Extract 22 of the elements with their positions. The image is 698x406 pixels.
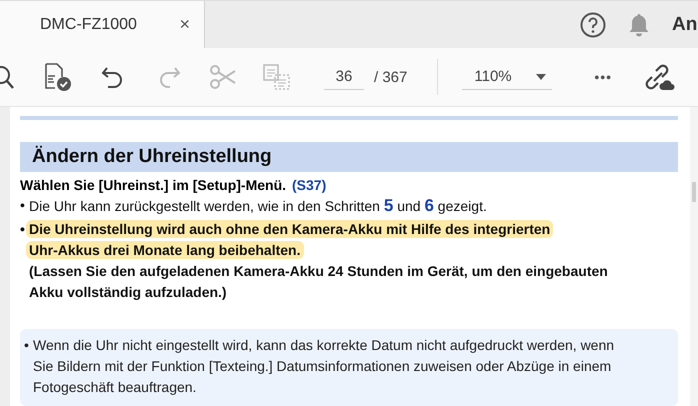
caret-icon xyxy=(536,74,546,80)
zoom-dropdown[interactable]: 110% xyxy=(462,64,552,90)
bullet-mark: • xyxy=(24,336,30,355)
page-number-field[interactable]: 36 xyxy=(324,64,364,90)
page-total: / 367 xyxy=(374,68,408,86)
scrollbar-thumb[interactable] xyxy=(692,182,696,202)
tab-title: DMC-FZ1000 xyxy=(40,16,137,34)
user-name[interactable]: An xyxy=(672,14,698,36)
more-button[interactable]: ••• xyxy=(588,68,618,86)
page-reference-link[interactable]: (S37) xyxy=(292,177,326,193)
info-text: Wenn die Uhr nicht eingestellt wird, kann das korrekte Datum nicht aufgedruckt werden, wenn Sie Bildern mit der Funktion [Texteing.] Datumsinformationen zuweisen oder Abzüge in einem Fotogeschäft beauftragen. xyxy=(33,336,614,397)
bullet-text: Die Uhr kann zurückgestellt werden, wie in den Schritten 5 und 6 gezeigt. xyxy=(29,195,487,217)
search-icon[interactable] xyxy=(0,64,14,90)
document-tab[interactable]: DMC-FZ1000 × xyxy=(0,1,205,48)
section-heading: Ändern der Uhreinstellung xyxy=(20,142,678,172)
highlighted-text: Die Uhreinstellung wird auch ohne den Kamera-Akku mit Hilfe des integrierten Uhr-Akkus drei Monate lang beibehalten. xyxy=(29,219,554,261)
close-button[interactable]: × xyxy=(175,14,194,35)
bullet-mark: • xyxy=(20,220,26,239)
note-text: (Lassen Sie den aufgeladenen Kamera-Akku 24 Stunden im Gerät, um den eingebauten Akku vollständig aufzuladen.) xyxy=(29,262,609,302)
step-instruction: Wählen Sie [Uhreinst.] im [Setup]-Menü. xyxy=(20,177,286,193)
help-icon[interactable] xyxy=(580,12,606,38)
bullet-mark: • xyxy=(20,196,26,215)
